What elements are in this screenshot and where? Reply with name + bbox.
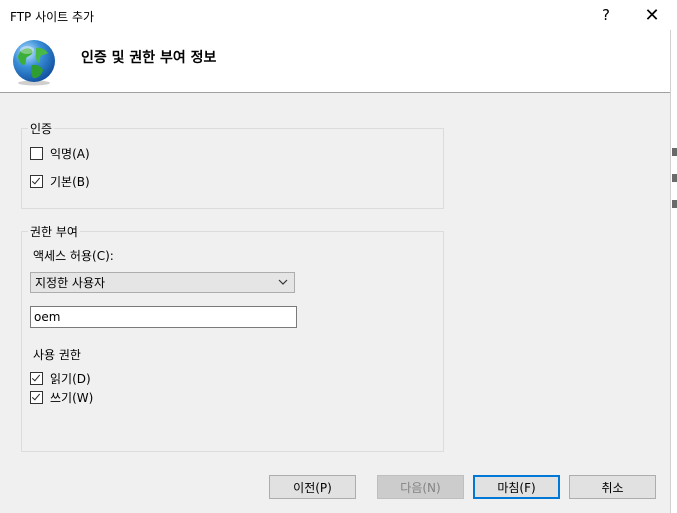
previous-button[interactable]: 이전(P) bbox=[269, 475, 356, 499]
basic-checkbox-row[interactable]: 기본(B) bbox=[30, 173, 90, 189]
write-checkbox-row[interactable]: 쓰기(W) bbox=[30, 389, 93, 405]
users-input-field[interactable] bbox=[31, 310, 296, 324]
anonymous-label: 익명(A) bbox=[50, 146, 90, 161]
close-button[interactable]: ✕ bbox=[632, 0, 672, 30]
wizard-header: 인증 및 권한 부여 정보 bbox=[0, 30, 670, 93]
write-checkbox[interactable] bbox=[30, 390, 43, 404]
help-button[interactable]: ? bbox=[586, 0, 626, 30]
permissions-label: 사용 권한 bbox=[33, 348, 81, 362]
read-checkbox[interactable] bbox=[30, 371, 43, 385]
authorization-legend: 권한 부여 bbox=[30, 225, 78, 239]
anonymous-checkbox[interactable] bbox=[30, 146, 43, 160]
authentication-legend: 인증 bbox=[30, 122, 53, 136]
title-bar: FTP 사이트 추가 ? ✕ bbox=[0, 0, 677, 30]
page-title: 인증 및 권한 부여 정보 bbox=[81, 50, 217, 66]
next-button[interactable]: 다음(N) bbox=[377, 475, 464, 499]
users-input[interactable] bbox=[30, 306, 297, 328]
chevron-down-icon bbox=[278, 279, 288, 285]
basic-checkbox[interactable] bbox=[30, 174, 43, 188]
read-checkbox-row[interactable]: 읽기(D) bbox=[30, 370, 91, 386]
right-edge-strip bbox=[670, 30, 677, 513]
access-select[interactable]: 지정한 사용자 bbox=[30, 272, 295, 293]
access-label: 액세스 허용(C): bbox=[33, 249, 114, 263]
read-label: 읽기(D) bbox=[50, 371, 91, 386]
globe-icon bbox=[13, 40, 55, 86]
write-label: 쓰기(W) bbox=[50, 390, 94, 405]
finish-button[interactable]: 마침(F) bbox=[473, 475, 560, 499]
cancel-button[interactable]: 취소 bbox=[569, 475, 656, 499]
basic-label: 기본(B) bbox=[50, 174, 90, 189]
authentication-group: 인증 bbox=[21, 120, 444, 209]
access-select-value: 지정한 사용자 bbox=[35, 276, 106, 290]
window-title: FTP 사이트 추가 bbox=[10, 10, 95, 24]
anonymous-checkbox-row[interactable]: 익명(A) bbox=[30, 145, 90, 161]
